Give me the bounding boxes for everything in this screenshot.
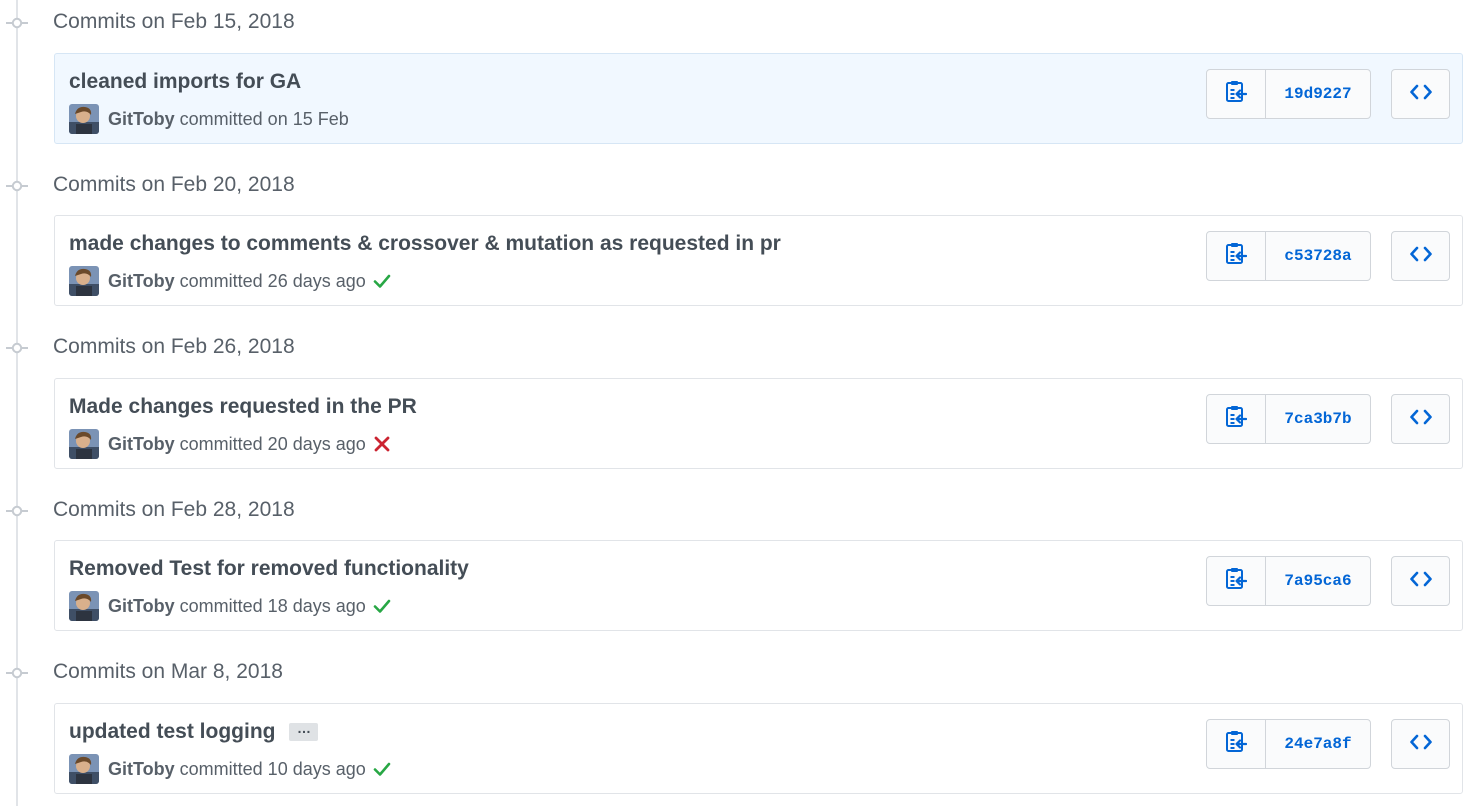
commit-time: committed 26 days ago <box>179 270 366 291</box>
commit-time: committed 10 days ago <box>179 758 366 779</box>
commit-message-link[interactable]: cleaned imports for GA <box>69 70 301 94</box>
commit-message-row: updated test logging … <box>69 718 319 746</box>
browse-repo-button[interactable] <box>1391 719 1450 769</box>
copy-sha-button[interactable] <box>1207 557 1266 605</box>
user-avatar[interactable] <box>69 104 99 134</box>
commit-time: committed on 15 Feb <box>179 108 349 129</box>
commit-item: cleaned imports for GA GitToby committed o… <box>54 53 1463 144</box>
clippy-icon <box>1225 567 1248 596</box>
clippy-icon <box>1225 80 1248 109</box>
code-icon <box>1409 84 1432 105</box>
commit-sha-button-group: 24e7a8f <box>1206 719 1371 769</box>
commit-sha-button-group: 7a95ca6 <box>1206 556 1371 606</box>
code-icon <box>1409 571 1432 592</box>
commit-item: Removed Test for removed functionality Gi… <box>54 540 1463 631</box>
commit-item: updated test logging … GitToby committed 10… <box>54 703 1463 794</box>
git-commit-icon <box>6 179 28 193</box>
commit-group-title: Commits on Mar 8, 2018 <box>53 660 283 683</box>
git-commit-icon <box>6 504 28 518</box>
commit-author-link[interactable]: GitToby <box>108 271 175 292</box>
commit-message-link[interactable]: Removed Test for removed functionality <box>69 557 469 581</box>
commit-sha-link[interactable]: c53728a <box>1266 232 1370 280</box>
commit-message-link[interactable]: made changes to comments & crossover & m… <box>69 232 781 256</box>
browse-repo-button[interactable] <box>1391 231 1450 281</box>
browse-repo-button[interactable] <box>1391 556 1450 606</box>
user-avatar[interactable] <box>69 591 99 621</box>
commit-message-row: Made changes requested in the PR <box>69 393 417 421</box>
user-avatar[interactable] <box>69 266 99 296</box>
commit-sha-link[interactable]: 7a95ca6 <box>1266 557 1370 605</box>
commit-meta: GitToby committed on 15 Feb <box>69 104 349 134</box>
commit-message-row: Removed Test for removed functionality <box>69 555 469 583</box>
commit-group-title: Commits on Feb 15, 2018 <box>53 10 295 33</box>
browse-repo-button[interactable] <box>1391 394 1450 444</box>
commit-group-title: Commits on Feb 28, 2018 <box>53 498 295 521</box>
browse-repo-button[interactable] <box>1391 69 1450 119</box>
x-icon[interactable] <box>373 435 391 453</box>
user-avatar[interactable] <box>69 754 99 784</box>
git-commit-icon <box>6 341 28 355</box>
commit-message-row: cleaned imports for GA <box>69 68 301 96</box>
commit-group-header: Commits on Mar 8, 2018 <box>0 658 1474 688</box>
commit-message-link[interactable]: updated test logging <box>69 720 275 744</box>
git-commit-icon <box>6 666 28 680</box>
commit-item: made changes to comments & crossover & m… <box>54 215 1463 306</box>
clippy-icon <box>1225 242 1248 271</box>
commit-author-link[interactable]: GitToby <box>108 109 175 130</box>
commit-time: committed 20 days ago <box>179 433 366 454</box>
code-icon <box>1409 409 1432 430</box>
commit-sha-link[interactable]: 24e7a8f <box>1266 720 1370 768</box>
commit-sha-button-group: 19d9227 <box>1206 69 1371 119</box>
copy-sha-button[interactable] <box>1207 232 1266 280</box>
commit-meta: GitToby committed 18 days ago <box>69 591 391 621</box>
commit-group-header: Commits on Feb 28, 2018 <box>0 496 1474 526</box>
git-commit-icon <box>6 16 28 30</box>
expand-message-button[interactable]: … <box>289 721 319 741</box>
commit-meta: GitToby committed 10 days ago <box>69 754 391 784</box>
commit-group-header: Commits on Feb 26, 2018 <box>0 333 1474 363</box>
clippy-icon <box>1225 405 1248 434</box>
commit-group-title: Commits on Feb 26, 2018 <box>53 335 295 358</box>
check-icon[interactable] <box>373 597 391 615</box>
commit-author-link[interactable]: GitToby <box>108 434 175 455</box>
commit-sha-button-group: 7ca3b7b <box>1206 394 1371 444</box>
copy-sha-button[interactable] <box>1207 70 1266 118</box>
commit-sha-link[interactable]: 19d9227 <box>1266 70 1370 118</box>
commit-timeline: Commits on Feb 15, 2018 cleaned imports f… <box>0 0 1474 806</box>
commit-group-header: Commits on Feb 20, 2018 <box>0 171 1474 201</box>
commit-group-header: Commits on Feb 15, 2018 <box>0 8 1474 38</box>
commit-sha-link[interactable]: 7ca3b7b <box>1266 395 1370 443</box>
commit-time: committed 18 days ago <box>179 595 366 616</box>
commit-sha-button-group: c53728a <box>1206 231 1371 281</box>
commit-message-link[interactable]: Made changes requested in the PR <box>69 395 417 419</box>
check-icon[interactable] <box>373 760 391 778</box>
commit-group-title: Commits on Feb 20, 2018 <box>53 173 295 196</box>
commit-author-link[interactable]: GitToby <box>108 596 175 617</box>
user-avatar[interactable] <box>69 429 99 459</box>
code-icon <box>1409 734 1432 755</box>
commit-meta: GitToby committed 26 days ago <box>69 266 391 296</box>
copy-sha-button[interactable] <box>1207 395 1266 443</box>
code-icon <box>1409 246 1432 267</box>
commit-author-link[interactable]: GitToby <box>108 759 175 780</box>
commit-item: Made changes requested in the PR GitToby c… <box>54 378 1463 469</box>
check-icon[interactable] <box>373 272 391 290</box>
commit-message-row: made changes to comments & crossover & m… <box>69 230 781 258</box>
clippy-icon <box>1225 730 1248 759</box>
copy-sha-button[interactable] <box>1207 720 1266 768</box>
commit-meta: GitToby committed 20 days ago <box>69 429 391 459</box>
